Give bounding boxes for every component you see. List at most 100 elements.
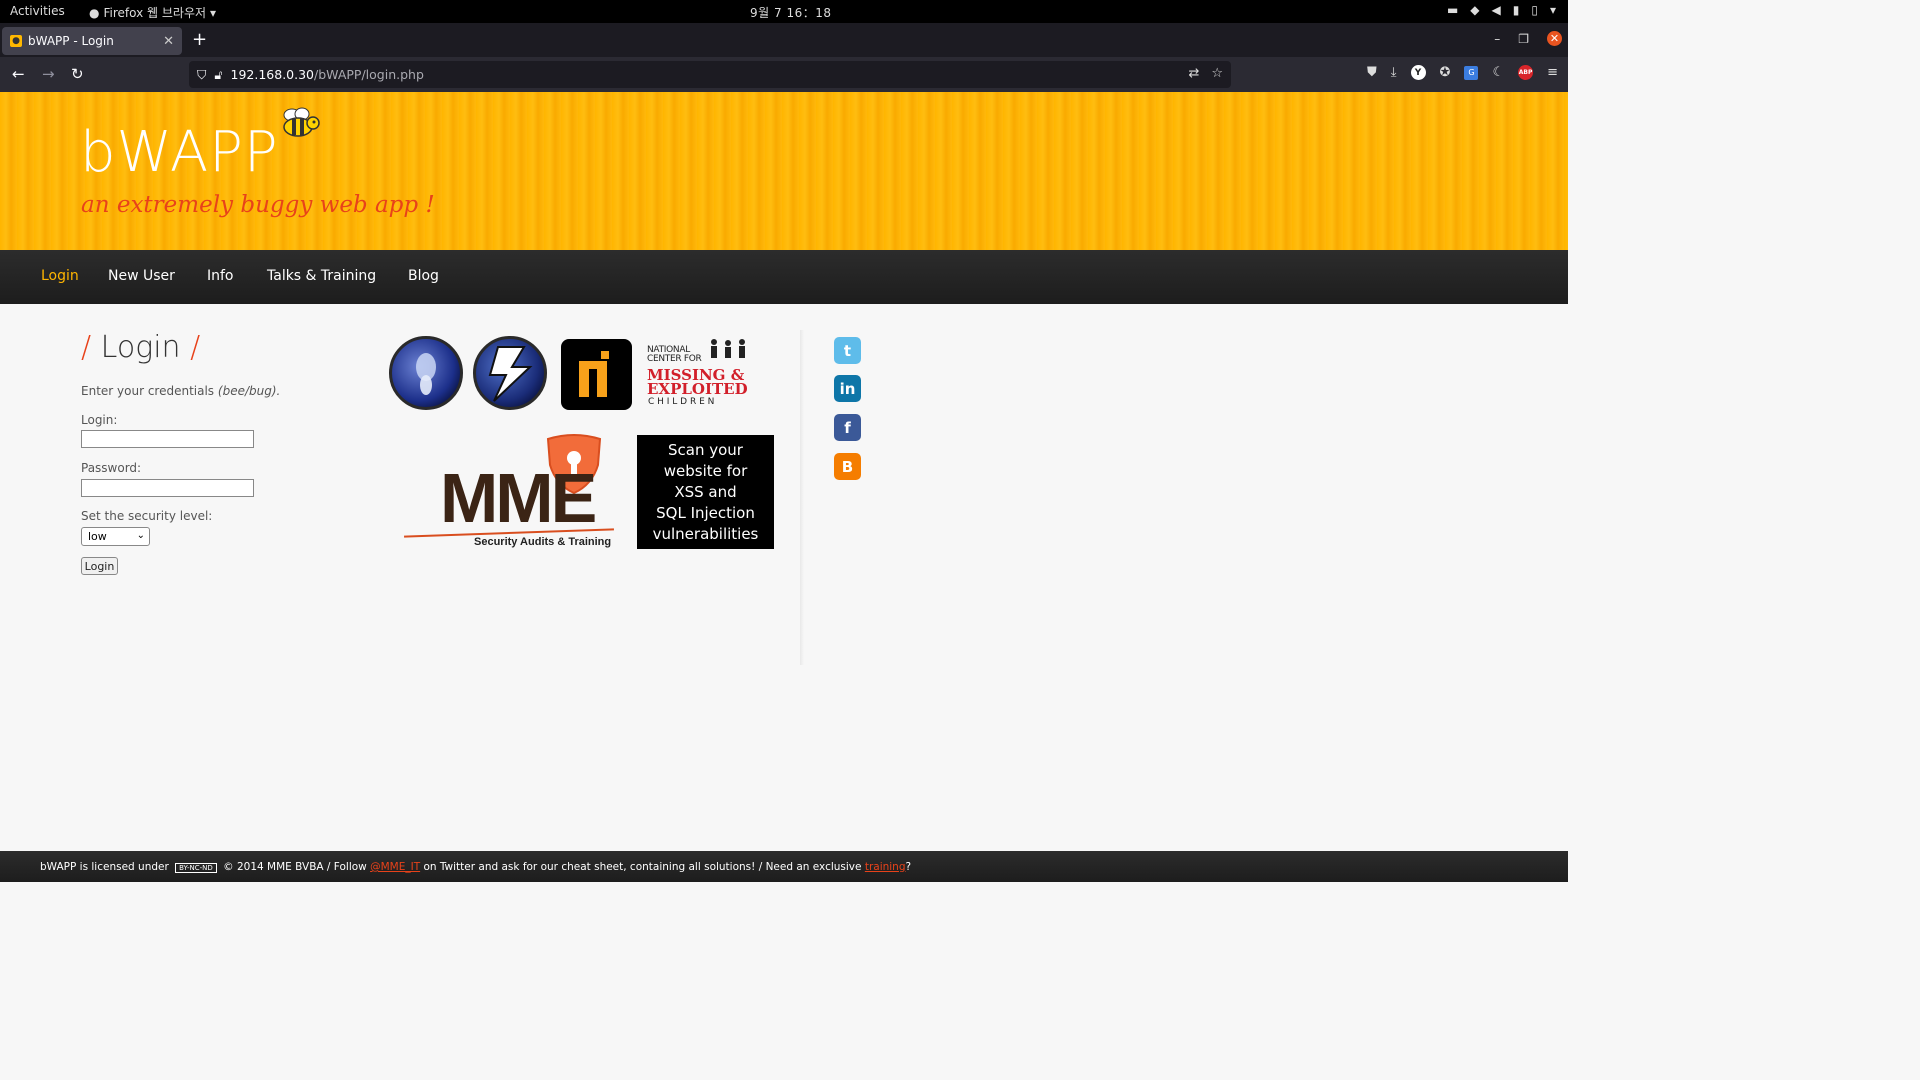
facebook-link[interactable]: f — [834, 414, 861, 441]
pocket-icon[interactable]: ⛊ — [1367, 65, 1377, 80]
keyboard-icon: ▬ — [1446, 3, 1459, 17]
dark-mode-extension-icon[interactable]: ☾ — [1492, 65, 1504, 80]
battery-icon: ▯ — [1531, 3, 1538, 17]
mme-subtitle: Security Audits & Training — [474, 536, 612, 548]
bee-icon — [283, 107, 320, 137]
netsparker-logo[interactable] — [561, 339, 632, 410]
adblock-plus-icon[interactable]: ABP — [1518, 65, 1534, 80]
zap-logo[interactable] — [473, 336, 547, 410]
cookie-extension-icon[interactable]: ✪ — [1440, 65, 1451, 80]
url-bar[interactable]: ⛉ 🔓︎ 192.168.0.30/bWAPP/login.php ⇄ ☆ — [189, 61, 1231, 88]
twitter-handle-link[interactable]: @MME_IT — [370, 861, 420, 873]
scan-line5: vulnerabilities — [652, 525, 759, 543]
yandex-extension-icon[interactable]: Y — [1410, 65, 1426, 80]
content-divider — [800, 330, 804, 665]
download-icon[interactable]: ⤓ — [1391, 65, 1397, 80]
linkedin-icon: in — [839, 379, 856, 398]
lightning-icon — [488, 346, 533, 402]
login-label: Login: — [81, 413, 118, 427]
app-menu-label: Firefox 웹 브라우저 — [103, 6, 207, 20]
footer-license-text: bWAPP is licensed under — [40, 861, 169, 873]
chevron-down-icon: ⌄ — [136, 530, 145, 541]
scan-line1: Scan your — [668, 441, 743, 459]
blogger-link[interactable]: B — [834, 453, 861, 480]
navigation-toolbar: ← → ↻ ⛉ 🔓︎ 192.168.0.30/bWAPP/login.php … — [0, 57, 1568, 92]
menu-item-blog[interactable]: Blog — [408, 268, 439, 284]
forward-icon[interactable]: → — [42, 65, 55, 83]
url-host: 192.168.0.30 — [230, 67, 315, 82]
blogger-icon: B — [841, 457, 854, 476]
security-level-select[interactable]: low ⌄ — [81, 527, 150, 546]
tab-bwapp-login[interactable]: ● bWAPP - Login ✕ — [2, 27, 182, 55]
footer-cheatsheet-text: on Twitter and ask for our cheat sheet, … — [423, 861, 862, 873]
site-tagline: an extremely buggy web app ! — [81, 192, 435, 218]
scan-line2: website for — [663, 462, 748, 480]
security-level-value: low — [88, 530, 107, 543]
firefox-icon: ● — [89, 5, 100, 20]
wasp-icon — [416, 353, 436, 395]
restore-icon[interactable]: ❐ — [1518, 32, 1529, 46]
url-path: /bWAPP/login.php — [314, 67, 424, 82]
chevron-down-icon: ▾ — [1549, 3, 1556, 17]
close-tab-icon[interactable]: ✕ — [163, 34, 174, 49]
owasp-logo[interactable] — [389, 336, 463, 410]
ncmec-line4: EXPLOITED — [647, 380, 748, 398]
ncmec-logo[interactable]: NATIONAL CENTER FOR MISSING & EXPLOITED … — [646, 338, 766, 410]
password-input[interactable] — [81, 479, 254, 497]
mme-wordmark: MME — [440, 459, 597, 537]
bee-favicon-icon: ● — [10, 35, 22, 47]
system-clock[interactable]: 9월 7 16：18 — [750, 4, 831, 21]
site-logo[interactable]: bWAPP — [80, 120, 279, 185]
caret-down-icon: ▾ — [210, 5, 217, 20]
menu-item-talks-training[interactable]: Talks & Training — [267, 268, 376, 284]
mme-logo[interactable]: MME Security Audits & Training — [404, 433, 622, 551]
menu-item-info[interactable]: Info — [207, 268, 234, 284]
close-window-icon[interactable]: ✕ — [1547, 31, 1562, 46]
main-menu: Login New User Info Talks & Training Blo… — [0, 250, 1568, 304]
tab-strip: ● bWAPP - Login ✕ + – ❐ ✕ — [0, 23, 1568, 57]
page-title: / Login / — [81, 330, 200, 365]
translate-icon[interactable]: ⇄ — [1188, 66, 1199, 81]
translate-extension-icon[interactable]: G — [1464, 65, 1479, 80]
login-instructions: Enter your credentials (bee/bug). — [81, 384, 280, 398]
scan-line4: SQL Injection — [656, 504, 755, 522]
netsparker-n-icon — [579, 351, 609, 397]
activities-button[interactable]: Activities — [10, 4, 65, 18]
password-label: Password: — [81, 461, 142, 475]
window-controls: – ❐ ✕ — [1494, 31, 1562, 46]
scan-website-ad[interactable]: Scan your website for XSS and SQL Inject… — [637, 435, 774, 549]
ncmec-line2: CENTER FOR — [647, 354, 702, 364]
tab-title: bWAPP - Login — [28, 34, 114, 48]
system-tray[interactable]: ▬ ◆ ◀ ▮ ▯ ▾ — [1447, 3, 1556, 17]
volume-icon: ◀ — [1491, 3, 1501, 17]
training-link[interactable]: training — [865, 861, 906, 873]
footer-copyright: © 2014 MME BVBA / Follow — [223, 861, 367, 873]
login-button[interactable]: Login — [81, 557, 118, 575]
menu-item-new-user[interactable]: New User — [108, 268, 175, 284]
scan-line3: XSS and — [674, 483, 737, 501]
app-menu[interactable]: ● Firefox 웹 브라우저 ▾ — [89, 4, 216, 21]
children-silhouette-icon — [711, 339, 745, 358]
cc-license-badge[interactable]: BY-NC-ND — [175, 863, 217, 873]
twitter-link[interactable]: t — [834, 337, 861, 364]
site-footer: bWAPP is licensed under BY-NC-ND © 2014 … — [0, 851, 1568, 882]
ncmec-line5: C H I L D R E N — [648, 397, 715, 407]
minimize-icon[interactable]: – — [1494, 32, 1500, 46]
linkedin-link[interactable]: in — [834, 375, 861, 402]
shield-icon[interactable]: ⛉ — [197, 67, 206, 83]
page-title-text: Login — [100, 330, 181, 365]
login-input[interactable] — [81, 430, 254, 448]
back-icon[interactable]: ← — [12, 65, 25, 83]
instructions-text: Enter your credentials — [81, 384, 215, 398]
twitter-icon: t — [843, 341, 852, 360]
site-header: bWAPP an extremely buggy web app ! — [0, 92, 1568, 250]
bookmark-star-icon[interactable]: ☆ — [1211, 66, 1223, 81]
hamburger-menu-icon[interactable]: ≡ — [1547, 65, 1558, 80]
new-tab-icon[interactable]: + — [192, 29, 207, 50]
system-top-bar: Activities ● Firefox 웹 브라우저 ▾ 9월 7 16：18… — [0, 0, 1568, 23]
reload-icon[interactable]: ↻ — [71, 65, 84, 83]
lock-icon[interactable]: 🔓︎ — [214, 67, 222, 83]
footer-question-mark: ? — [905, 861, 912, 873]
menu-item-login[interactable]: Login — [41, 268, 79, 284]
microphone-icon: ▮ — [1512, 3, 1520, 17]
